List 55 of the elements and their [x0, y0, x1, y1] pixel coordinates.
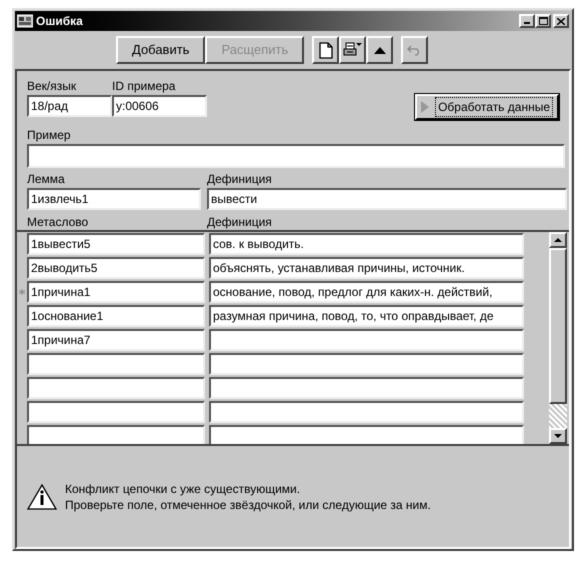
app-icon [17, 14, 33, 28]
input-field[interactable]: 18/рад [27, 95, 112, 117]
definition-field[interactable]: разумная причина, повод, то, что оправдывает, де [209, 305, 524, 327]
asterisk-icon [19, 289, 25, 295]
definition-field[interactable] [209, 329, 524, 351]
metaword-field[interactable] [27, 377, 205, 399]
input-field[interactable]: 1извлечь1 [27, 188, 201, 210]
metaword-field[interactable]: 1причина7 [27, 329, 205, 351]
field-label: Дефиниция [207, 171, 273, 188]
play-icon [421, 101, 430, 113]
definition-field[interactable] [209, 401, 524, 423]
definition-field[interactable]: основание, повод, предлог для каких-н. действий, [209, 281, 524, 303]
metaword-field[interactable] [27, 353, 205, 375]
scroll-thumb[interactable] [549, 248, 567, 404]
field-label: ID примера [112, 78, 176, 95]
metaword-field[interactable]: 1причина1 [27, 281, 205, 303]
field-label: Лемма [27, 171, 66, 188]
input-field[interactable] [27, 144, 565, 168]
scroll-up-icon [554, 238, 562, 242]
toolbar-icon-button[interactable] [312, 36, 340, 64]
definition-field[interactable] [209, 353, 524, 375]
field-label: Пример [27, 127, 71, 144]
definition-field[interactable] [209, 377, 524, 399]
process-data-button[interactable]: Обработать данные [415, 94, 559, 120]
toolbar-icon-button[interactable] [366, 36, 394, 64]
scroll-up-button[interactable] [549, 232, 567, 248]
warning-info-icon [27, 484, 57, 510]
metaword-field[interactable] [27, 425, 205, 444]
input-field[interactable]: вывести [207, 188, 567, 210]
metaword-field[interactable] [27, 401, 205, 423]
minimize-icon [524, 22, 530, 24]
input-field[interactable]: у:00606 [112, 95, 207, 117]
scroll-down-icon [554, 434, 562, 438]
close-button[interactable] [553, 14, 569, 28]
metaword-field[interactable]: 1вывести5 [27, 233, 205, 255]
triangle-up-icon [374, 46, 386, 54]
toolbar-button[interactable]: Добавить [116, 36, 206, 64]
field-label: Век/язык [27, 78, 78, 95]
metaword-field[interactable]: 1основание1 [27, 305, 205, 327]
definition-field[interactable]: объяснять, устанавливая причины, источник. [209, 257, 524, 279]
maximize-button[interactable] [535, 14, 551, 28]
scroll-down-button[interactable] [549, 428, 567, 444]
page-icon [318, 42, 333, 58]
minimize-button[interactable] [519, 14, 535, 28]
definition-field[interactable]: сов. к выводить. [209, 233, 524, 255]
status-message: Конфликт цепочки с уже существующими. [65, 480, 302, 496]
definition-field[interactable] [209, 425, 524, 444]
toolbar-icon-button[interactable] [339, 36, 366, 64]
metaword-field[interactable]: 2выводить5 [27, 257, 205, 279]
window-title: Ошибка [36, 13, 83, 30]
column-header: Метаслово [27, 214, 90, 230]
column-header: Дефиниция [207, 214, 272, 230]
status-message: Проверьте поле, отмеченное звёздочкой, или следующие за ним. [65, 496, 431, 512]
maximize-icon [538, 17, 548, 25]
close-icon [557, 18, 565, 24]
